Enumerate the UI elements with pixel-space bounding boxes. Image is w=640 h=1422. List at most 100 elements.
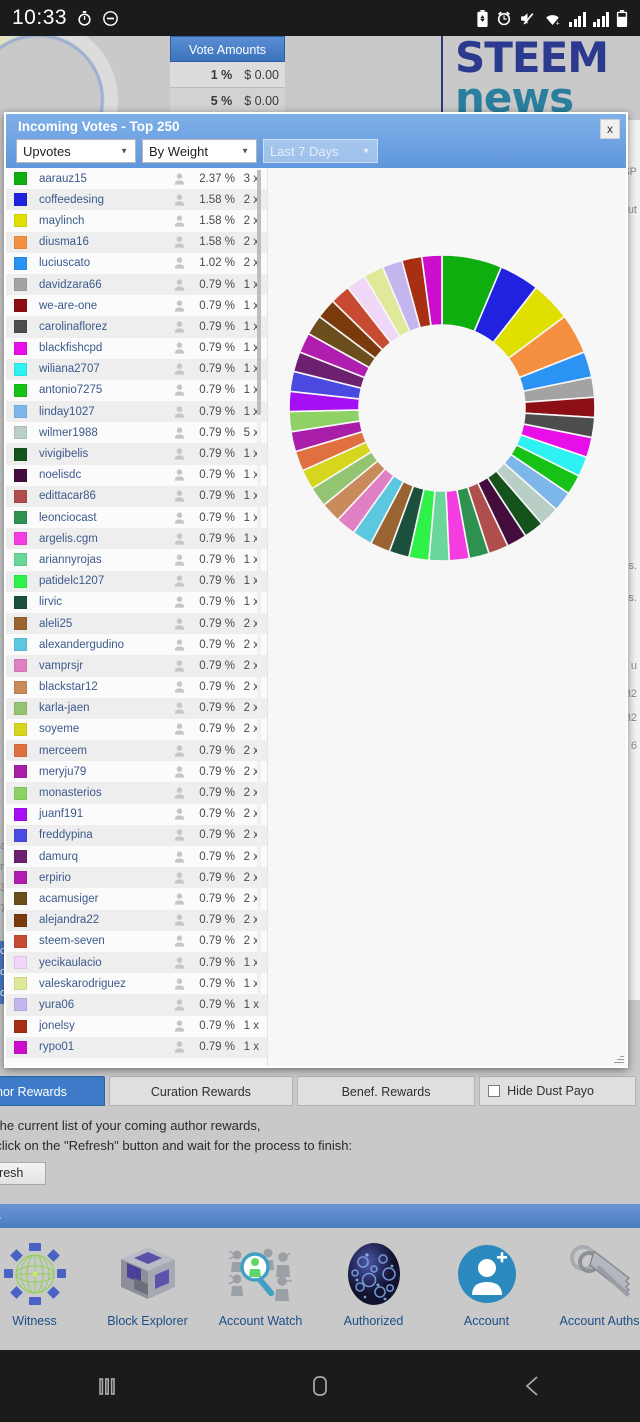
table-row[interactable]: noelisdc 0.79 % 1 x <box>6 464 267 486</box>
recents-icon[interactable] <box>75 1366 139 1406</box>
table-row[interactable]: karla-jaen 0.79 % 2 x <box>6 697 267 719</box>
voter-name[interactable]: luciuscato <box>27 257 169 269</box>
person-icon[interactable] <box>169 300 189 312</box>
voter-name[interactable]: erpirio <box>27 872 169 884</box>
person-icon[interactable] <box>169 1041 189 1053</box>
table-row[interactable]: argelis.cgm 0.79 % 1 x <box>6 528 267 550</box>
voter-name[interactable]: diusma16 <box>27 236 169 248</box>
voter-name[interactable]: damurq <box>27 851 169 863</box>
table-row[interactable]: alexandergudino 0.79 % 2 x <box>6 634 267 656</box>
person-icon[interactable] <box>169 448 189 460</box>
person-icon[interactable] <box>169 554 189 566</box>
person-icon[interactable] <box>169 236 189 248</box>
voter-name[interactable]: linday1027 <box>27 406 169 418</box>
resize-handle[interactable] <box>612 1052 624 1064</box>
person-icon[interactable] <box>169 681 189 693</box>
table-row[interactable]: freddypina 0.79 % 2 x <box>6 824 267 846</box>
person-icon[interactable] <box>169 702 189 714</box>
person-icon[interactable] <box>169 745 189 757</box>
table-row[interactable]: yecikaulacio 0.79 % 1 x <box>6 951 267 974</box>
hide-dust-payouts-checkbox[interactable]: Hide Dust Payo <box>479 1076 636 1106</box>
voter-name[interactable]: ariannyrojas <box>27 554 169 566</box>
voter-name[interactable]: aleli25 <box>27 618 169 630</box>
person-icon[interactable] <box>169 363 189 375</box>
table-row[interactable]: meryju79 0.79 % 2 x <box>6 761 267 783</box>
table-row[interactable]: merceem 0.79 % 2 x <box>6 740 267 762</box>
voter-name[interactable]: aarauz15 <box>27 173 169 185</box>
person-icon[interactable] <box>169 639 189 651</box>
voter-name[interactable]: meryju79 <box>27 766 169 778</box>
voter-name[interactable]: freddypina <box>27 829 169 841</box>
voter-name[interactable]: vamprsjr <box>27 660 169 672</box>
voter-name[interactable]: coffeedesing <box>27 194 169 206</box>
person-icon[interactable] <box>169 914 189 926</box>
voter-name[interactable]: yecikaulacio <box>27 957 169 969</box>
person-icon[interactable] <box>169 999 189 1011</box>
person-icon[interactable] <box>169 935 189 947</box>
back-icon[interactable] <box>501 1366 565 1406</box>
person-icon[interactable] <box>169 215 189 227</box>
voter-name[interactable]: carolinaflorez <box>27 321 169 333</box>
table-row[interactable]: erpirio 0.79 % 2 x <box>6 867 267 889</box>
voter-name[interactable]: maylinch <box>27 215 169 227</box>
table-row[interactable]: damurq 0.79 % 2 x <box>6 846 267 868</box>
table-row[interactable]: jonelsy 0.79 % 1 x <box>6 1015 267 1037</box>
checkbox-box[interactable] <box>488 1085 501 1097</box>
close-icon[interactable]: x <box>600 119 620 139</box>
table-row[interactable]: edittacar86 0.79 % 1 x <box>6 485 267 507</box>
tab-curation-rewards[interactable]: Curation Rewards <box>108 1076 293 1106</box>
person-icon[interactable] <box>169 617 189 630</box>
table-row[interactable]: maylinch 1.58 % 2 x <box>6 210 267 232</box>
refresh-button[interactable]: efresh <box>0 1162 46 1185</box>
table-row[interactable]: steem-seven 0.79 % 2 x <box>6 930 267 952</box>
voter-name[interactable]: we-are-one <box>27 300 169 312</box>
list-scrollbar[interactable] <box>257 170 261 998</box>
person-icon[interactable] <box>169 321 189 333</box>
voter-name[interactable]: davidzara66 <box>27 279 169 291</box>
sort-by-select[interactable]: By Weight ▼ <box>142 139 257 163</box>
tool-block-explorer[interactable]: Block Explorer <box>91 1228 204 1328</box>
voter-name[interactable]: alejandra22 <box>27 914 169 926</box>
table-row[interactable]: acamusiger 0.79 % 2 x <box>6 888 267 910</box>
table-row[interactable]: blackstar12 0.79 % 2 x <box>6 676 267 698</box>
person-icon[interactable] <box>169 384 189 397</box>
tool-account-auths[interactable]: Account Auths <box>543 1228 640 1328</box>
person-icon[interactable] <box>169 808 189 820</box>
voter-name[interactable]: wiliana2707 <box>27 363 169 375</box>
person-icon[interactable] <box>169 766 189 778</box>
table-row[interactable]: blackfishcpd 0.79 % 1 x <box>6 337 267 359</box>
tool-account-watch[interactable]: Account Watch <box>204 1228 317 1328</box>
voter-name[interactable]: jonelsy <box>27 1020 169 1032</box>
voter-name[interactable]: blackstar12 <box>27 681 169 693</box>
person-icon[interactable] <box>169 872 189 884</box>
voter-name[interactable]: valeskarodriguez <box>27 978 169 990</box>
tool-witness[interactable]: Witness <box>0 1228 91 1328</box>
table-row[interactable]: wiliana2707 0.79 % 1 x <box>6 358 267 380</box>
table-row[interactable]: vivigibelis 0.79 % 1 x <box>6 443 267 465</box>
dialog-titlebar[interactable]: Incoming Votes - Top 250 x Upvotes ▼ By … <box>6 114 626 168</box>
voters-list[interactable]: aarauz15 2.37 % 3 x coffeedesing 1.58 % 2 x ma… <box>6 168 268 1066</box>
person-icon[interactable] <box>169 490 189 502</box>
vote-amounts-button[interactable]: Vote Amounts <box>170 36 285 62</box>
person-icon[interactable] <box>169 851 189 863</box>
person-icon[interactable] <box>169 173 189 185</box>
person-icon[interactable] <box>169 723 189 736</box>
tab-benef-rewards[interactable]: Benef. Rewards <box>296 1076 476 1106</box>
voter-name[interactable]: merceem <box>27 745 169 757</box>
person-icon[interactable] <box>169 512 189 524</box>
voter-name[interactable]: blackfishcpd <box>27 342 169 354</box>
table-row[interactable]: monasterios 0.79 % 2 x <box>6 782 267 804</box>
voter-name[interactable]: soyeme <box>27 723 169 735</box>
table-row[interactable]: aarauz15 2.37 % 3 x <box>6 168 267 190</box>
person-icon[interactable] <box>169 596 189 608</box>
voter-name[interactable]: leonciocast <box>27 512 169 524</box>
table-row[interactable]: linday1027 0.79 % 1 x <box>6 401 267 423</box>
person-icon[interactable] <box>169 469 189 481</box>
voter-name[interactable]: vivigibelis <box>27 448 169 460</box>
table-row[interactable]: leonciocast 0.79 % 1 x <box>6 507 267 529</box>
home-icon[interactable] <box>288 1366 352 1406</box>
tool-authorized[interactable]: Authorized <box>317 1228 430 1328</box>
person-icon[interactable] <box>169 342 189 354</box>
voter-name[interactable]: monasterios <box>27 787 169 799</box>
person-icon[interactable] <box>169 533 189 545</box>
